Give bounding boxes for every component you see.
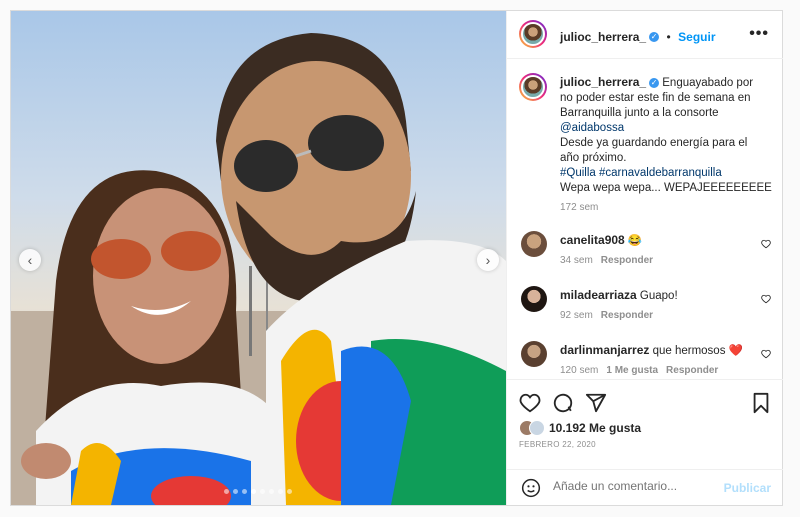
carousel-dot xyxy=(233,489,238,494)
author-avatar[interactable] xyxy=(519,20,547,48)
caption-hashtags[interactable]: #Quilla #carnavaldebarranquilla xyxy=(560,167,722,179)
separator-dot: • xyxy=(666,30,671,44)
comment-time: 34 sem xyxy=(560,255,593,266)
comment-username[interactable]: miladearriaza xyxy=(560,288,637,302)
post-frame: ‹ › julioc_herrera_ ✓ • Seguir ••• julio… xyxy=(10,10,783,506)
carousel-next-button[interactable]: › xyxy=(477,249,499,271)
post-photo[interactable]: ‹ › xyxy=(11,11,506,505)
caption-line-1: Enguayabado por xyxy=(662,77,754,89)
caption: julioc_herrera_ ✓ Enguayabado por no pode… xyxy=(560,75,772,213)
comment-like-icon[interactable] xyxy=(761,239,771,249)
comment-time: 120 sem xyxy=(560,365,599,376)
comment-item: canelita908 😂 34 sem Responder xyxy=(560,233,760,266)
comment-text: Guapo! xyxy=(639,290,678,302)
carousel-dot xyxy=(224,489,229,494)
carousel-dot xyxy=(269,489,274,494)
header-user-row: julioc_herrera_ ✓ • Seguir xyxy=(560,28,716,46)
chevron-right-icon: › xyxy=(485,252,491,268)
caption-text: julioc_herrera_ ✓ Enguayabado por no pode… xyxy=(560,75,772,196)
carousel-prev-button[interactable]: ‹ xyxy=(19,249,41,271)
follow-button[interactable]: Seguir xyxy=(678,30,715,44)
chevron-left-icon: ‹ xyxy=(27,252,33,268)
caption-line-2: no poder estar este fin de semana en xyxy=(560,92,751,104)
verified-icon: ✓ xyxy=(649,31,660,42)
comment-text: que hermosos ❤️ xyxy=(652,345,743,357)
comment-avatar[interactable] xyxy=(521,231,547,257)
caption-username[interactable]: julioc_herrera_ xyxy=(560,75,646,89)
caption-line-3: Barranquilla junto a la consorte xyxy=(560,107,719,119)
carousel-dot xyxy=(242,489,247,494)
comment-time: 92 sem xyxy=(560,310,593,321)
comment-like-icon[interactable] xyxy=(761,294,771,304)
author-username[interactable]: julioc_herrera_ xyxy=(560,30,646,44)
caption-mention[interactable]: @aidabossa xyxy=(560,122,624,134)
photo-illustration xyxy=(11,33,506,505)
like-icon[interactable] xyxy=(519,392,541,414)
comment-text: 😂 xyxy=(627,235,643,247)
publish-button[interactable]: Publicar xyxy=(724,481,771,495)
emoji-icon[interactable] xyxy=(521,478,541,498)
post-side-panel: julioc_herrera_ ✓ • Seguir ••• julioc_her… xyxy=(506,11,783,505)
comment-avatar[interactable] xyxy=(521,341,547,367)
caption-avatar-wrap xyxy=(519,73,547,101)
comment-username[interactable]: canelita908 xyxy=(560,233,625,247)
comment-avatar[interactable] xyxy=(521,286,547,312)
share-icon[interactable] xyxy=(585,392,607,414)
comment-icon[interactable] xyxy=(552,392,574,414)
comment-input[interactable] xyxy=(551,478,725,494)
comment-username[interactable]: darlinmanjarrez xyxy=(560,343,649,357)
comment-like-icon[interactable] xyxy=(761,349,771,359)
carousel-dot-active xyxy=(251,489,256,494)
caption-line-4: Desde ya guardando energía para el xyxy=(560,137,748,149)
verified-icon: ✓ xyxy=(649,77,660,88)
caption-line-last: Wepa wepa wepa... WEPAJEEEEEEEEE xyxy=(560,182,772,194)
comment-bar: Publicar xyxy=(507,469,783,506)
carousel-dot xyxy=(278,489,283,494)
caption-line-5: año próximo. xyxy=(560,152,627,164)
comment-item: darlinmanjarrez que hermosos ❤️ 120 sem 1… xyxy=(560,343,770,376)
reply-button[interactable]: Responder xyxy=(601,255,653,266)
post-header: julioc_herrera_ ✓ • Seguir ••• xyxy=(507,11,783,59)
carousel-dot xyxy=(260,489,265,494)
carousel-dot xyxy=(287,489,292,494)
more-options-icon[interactable]: ••• xyxy=(749,25,769,43)
comment-item: miladearriaza Guapo! 92 sem Responder xyxy=(560,288,760,321)
save-icon[interactable] xyxy=(751,392,771,414)
caption-time: 172 sem xyxy=(560,202,599,213)
caption-avatar[interactable] xyxy=(519,73,547,101)
likes-count[interactable]: 10.192 Me gusta xyxy=(549,421,641,435)
carousel-indicator xyxy=(224,489,292,494)
post-date: FEBRERO 22, 2020 xyxy=(519,440,596,449)
reply-button[interactable]: Responder xyxy=(666,365,718,376)
comment-likes[interactable]: 1 Me gusta xyxy=(606,365,658,376)
reply-button[interactable]: Responder xyxy=(601,310,653,321)
